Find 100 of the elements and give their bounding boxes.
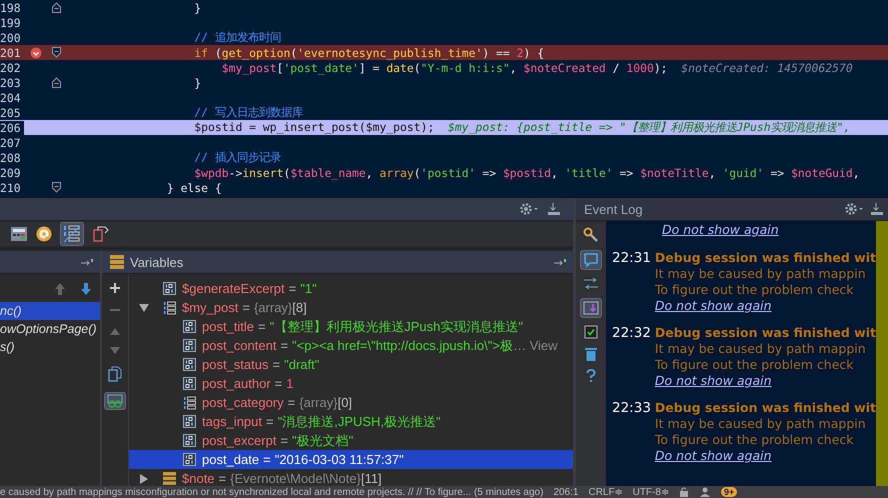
person-icon[interactable] — [698, 487, 711, 497]
line-number: 204 — [0, 90, 22, 104]
stack-frame[interactable]: nc() — [0, 302, 100, 320]
arrow-up-icon[interactable] — [54, 282, 66, 296]
collapse-icon[interactable] — [139, 304, 149, 312]
binary-icon — [163, 282, 176, 295]
variable-row[interactable]: post_category = {array}[0] — [129, 393, 573, 412]
code-line: // 追加发布时间 — [193, 30, 281, 45]
log-message: To figure out the problem check — [654, 432, 855, 448]
triangle-down-icon[interactable] — [109, 346, 121, 356]
code-line: $postid = wp_insert_post($my_post); $my_post: {post_title => "【整理】利用极光推送JPush实现消息推送", — [193, 120, 850, 135]
checkbox-icon[interactable] — [584, 325, 598, 339]
fold-icon[interactable] — [52, 2, 60, 13]
binary-icon — [183, 415, 196, 428]
stack-frame[interactable]: s() — [0, 338, 100, 356]
variable-row[interactable]: $my_post = {array}[8] — [129, 298, 573, 317]
variable-row[interactable]: $generateExcerpt = "1" — [129, 279, 573, 298]
window-download-toggle[interactable] — [580, 298, 602, 318]
expand-icon[interactable] — [140, 474, 148, 484]
binary-icon — [183, 358, 196, 371]
variable-row[interactable]: post_title = "【整理】利用极光推送JPush实现消息推送" — [129, 317, 573, 336]
log-time: 22:33 — [612, 400, 652, 418]
code-line: } else { — [166, 180, 222, 194]
settings-icon[interactable] — [844, 202, 864, 216]
variable-row[interactable]: post_excerpt = "极光文档" — [129, 431, 573, 450]
panel-title: Variables — [130, 254, 184, 270]
line-number: 206 — [0, 120, 24, 134]
glasses-toggle[interactable] — [104, 392, 126, 410]
log-message: It may be caused by path mappin — [654, 341, 867, 357]
calculator-icon[interactable] — [10, 226, 28, 242]
dismiss-link[interactable]: Do not show again — [654, 298, 876, 314]
variable-row[interactable]: $note = {Evernote\Model\Note}[11] — [129, 469, 573, 488]
download-icon[interactable] — [870, 202, 884, 216]
binary-icon — [183, 377, 196, 390]
add-icon[interactable] — [109, 282, 121, 294]
line-number: 200 — [0, 30, 22, 44]
line-number: 198 — [0, 0, 22, 14]
variable-row[interactable]: post_status = "draft" — [129, 355, 573, 374]
code-line: // 插入同步记录 — [193, 150, 281, 165]
settings-icon[interactable] — [519, 202, 539, 216]
encoding[interactable]: UTF-8≑ — [632, 486, 669, 498]
list-icon — [183, 396, 196, 410]
binary-icon — [183, 453, 196, 466]
line-number: 203 — [0, 76, 22, 90]
code-editor[interactable] — [0, 0, 888, 198]
chat-bubble-toggle[interactable] — [580, 250, 602, 270]
log-title: Debug session was finished wit — [654, 400, 876, 416]
line-number: 208 — [0, 150, 22, 164]
breakpoint-icon[interactable] — [30, 46, 42, 58]
help-icon[interactable] — [586, 369, 596, 383]
code-line: } — [193, 0, 202, 14]
triangle-up-icon[interactable] — [109, 326, 121, 336]
log-message: It may be caused by path mappin — [654, 416, 867, 432]
arrow-down-icon[interactable] — [80, 282, 92, 296]
trash-icon[interactable] — [584, 346, 598, 362]
binary-icon — [183, 434, 196, 447]
variable-row[interactable]: post_content = "<p><a href=\"http://docs.jpush.io\">极… View — [129, 336, 573, 355]
download-icon[interactable] — [547, 202, 561, 216]
fold-icon[interactable] — [52, 182, 60, 193]
swap-lines-icon[interactable] — [583, 277, 599, 291]
line-number: 202 — [0, 60, 22, 74]
line-number: 201 — [0, 46, 22, 60]
binary-icon — [183, 339, 196, 352]
panel-title: Event Log — [584, 202, 643, 216]
object-icon — [163, 472, 176, 485]
stack-frame[interactable]: owOptionsPage() — [0, 320, 100, 338]
pin-icon[interactable] — [80, 258, 94, 266]
variable-row[interactable]: tags_input = "消息推送,JPUSH,极光推送" — [129, 412, 573, 431]
code-line: if (get_option('evernotesync_publish_time') == 2) { — [193, 46, 544, 60]
fold-icon[interactable] — [52, 47, 60, 58]
cursor-position[interactable]: 206:1 — [553, 486, 578, 498]
lock-icon[interactable] — [678, 487, 689, 497]
copy-icon[interactable] — [92, 225, 110, 243]
line-number: 205 — [0, 106, 22, 120]
log-message: It may be caused by path mappin — [654, 266, 867, 282]
log-time: 22:32 — [612, 325, 652, 343]
log-title: Debug session was finished wit — [654, 325, 876, 341]
notification-badge[interactable]: 9+ — [720, 487, 738, 497]
code-line: // 写入日志到数据库 — [193, 105, 303, 120]
variables-icon — [110, 255, 124, 269]
pin-icon[interactable] — [553, 258, 567, 266]
dismiss-link[interactable]: Do not show again — [654, 373, 876, 389]
line-number: 209 — [0, 166, 22, 180]
at-sign-icon[interactable] — [36, 226, 52, 242]
log-message: To figure out the problem check — [654, 357, 855, 373]
dismiss-link[interactable]: Do not show again — [654, 448, 876, 464]
numbered-list-toggle[interactable] — [60, 222, 84, 246]
code-line: $wpdb->insert($table_name, array('postid' => $postid, 'title' => $noteTitle, 'guid' => $noteGuid, — [193, 166, 860, 180]
code-line: } — [193, 76, 202, 90]
variable-row[interactable]: post_date = "2016-03-03 11:57:37" — [129, 450, 573, 469]
copy-icon[interactable] — [108, 366, 122, 382]
status-message[interactable]: e caused by path mappings misconfiguration or not synchronized local and remote projects. // // To figure... (5 minutes ago) — [0, 486, 544, 498]
line-number: 210 — [0, 180, 22, 194]
line-number: 207 — [0, 136, 22, 150]
dismiss-link[interactable]: Do not show again — [662, 222, 779, 238]
fold-icon[interactable] — [52, 77, 60, 88]
line-separator[interactable]: CRLF≑ — [588, 486, 623, 498]
code-line: $my_post['post_date'] = date("Y-m-d h:i:s", $noteCreated / 1000); $noteCreated: 14570062570 — [220, 60, 853, 74]
variable-row[interactable]: post_author = 1 — [129, 374, 573, 393]
list-icon — [163, 300, 176, 314]
